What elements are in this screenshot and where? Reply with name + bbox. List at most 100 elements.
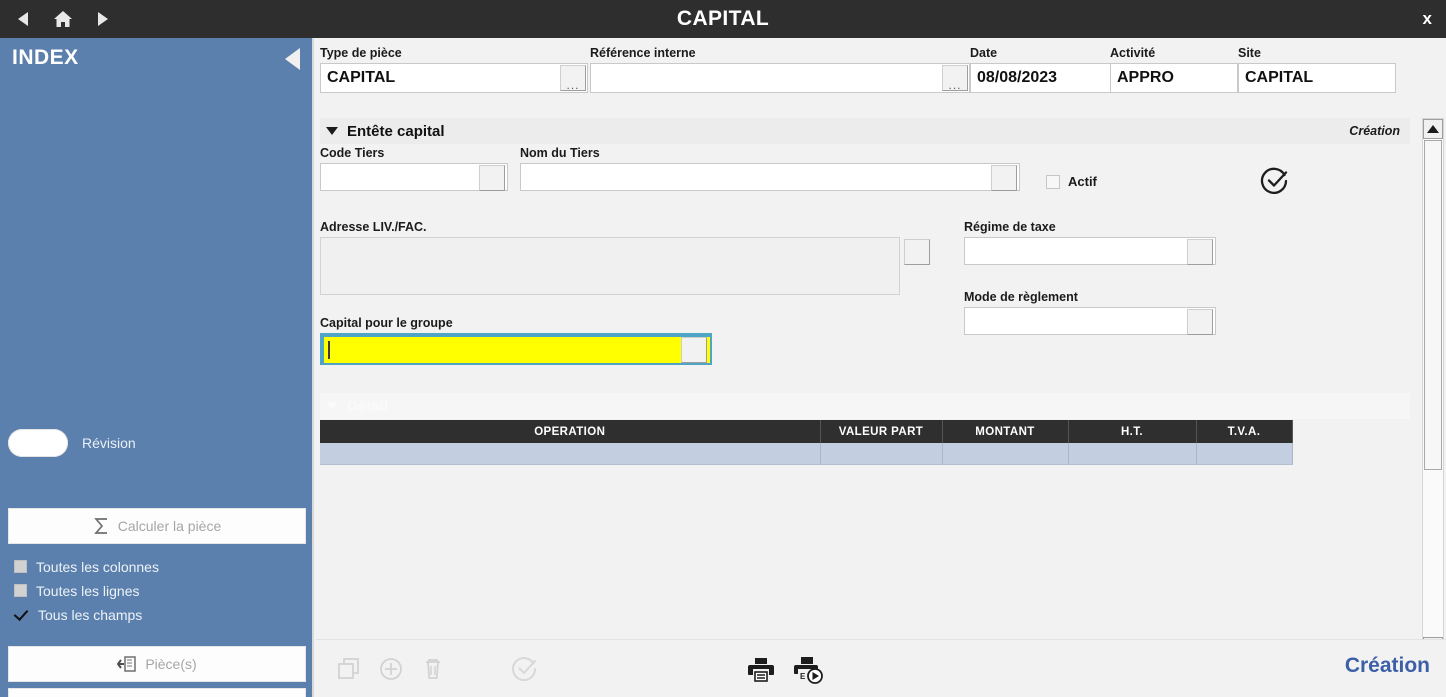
toggle-knob (10, 431, 34, 455)
code-tiers-input[interactable] (320, 163, 508, 191)
svg-text:E: E (800, 672, 806, 681)
field-site: Site CAPITAL (1238, 46, 1396, 93)
cell-valeur-part[interactable] (820, 443, 943, 465)
checkbox-label: Tous les champs (38, 606, 143, 623)
checkbox-box-checked (14, 607, 29, 622)
table-row[interactable] (320, 443, 1293, 465)
detail-section-header[interactable]: Détail (320, 393, 1410, 419)
title-bar: CAPITAL x (0, 0, 1446, 38)
check-circle-icon (512, 657, 537, 682)
adresse-browse-button[interactable] (904, 239, 930, 265)
column-header-ht[interactable]: H.T. (1068, 420, 1197, 443)
status-label: Création (1344, 654, 1430, 677)
home-button[interactable] (50, 6, 76, 32)
navigation-group (10, 0, 116, 38)
scrollbar-thumb[interactable] (1424, 140, 1442, 470)
actif-label: Actif (1068, 174, 1097, 189)
nom-du-tiers-input[interactable] (520, 163, 1020, 191)
checkbox-label: Toutes les lignes (36, 582, 140, 599)
caret-down-icon (326, 402, 338, 410)
copy-icon (338, 658, 359, 679)
delete-button[interactable] (416, 652, 450, 686)
field-regime-de-taxe: Régime de taxe (964, 220, 1216, 265)
caret-down-icon (326, 127, 338, 135)
column-header-tva[interactable]: T.V.A. (1196, 420, 1293, 443)
checkbox-box (14, 560, 27, 573)
back-button[interactable] (10, 6, 36, 32)
print-button[interactable] (744, 652, 778, 686)
entete-status-label: Création (1349, 124, 1400, 138)
reference-interne-input[interactable] (590, 63, 970, 93)
adresse-textarea[interactable] (320, 237, 900, 295)
cell-ht[interactable] (1068, 443, 1197, 465)
calculer-la-piece-button[interactable]: Calculer la pièce (8, 508, 306, 544)
triangle-right-icon (98, 12, 108, 26)
scrollbar-up-button[interactable] (1423, 119, 1443, 139)
capital-groupe-label: Capital pour le groupe (320, 316, 453, 330)
field-date: Date 08/08/2023 (970, 46, 1118, 93)
reference-interne-label: Référence interne (590, 46, 696, 60)
trash-icon (426, 659, 440, 679)
type-de-piece-input[interactable]: CAPITAL (320, 63, 588, 93)
printer-export-icon: E (794, 657, 823, 684)
regime-de-taxe-browse-button[interactable] (1187, 239, 1213, 265)
mode-de-reglement-input[interactable] (964, 307, 1216, 335)
revision-toggle[interactable] (8, 429, 68, 457)
table-header-row: OPERATION VALEUR PART MONTANT H.T. T.V.A… (320, 420, 1293, 443)
site-label: Site (1238, 46, 1261, 60)
field-type-de-piece: Type de pièce CAPITAL ... (320, 46, 588, 93)
code-tiers-browse-button[interactable] (479, 165, 505, 191)
nom-du-tiers-browse-button[interactable] (991, 165, 1017, 191)
cell-operation[interactable] (320, 443, 821, 465)
add-button[interactable] (374, 652, 408, 686)
actif-checkbox[interactable] (1046, 174, 1060, 189)
cell-montant[interactable] (942, 443, 1069, 465)
print-export-button[interactable]: E (792, 652, 826, 686)
checkbox-box (14, 584, 27, 597)
cell-tva[interactable] (1196, 443, 1293, 465)
column-header-valeur-part[interactable]: VALEUR PART (820, 420, 943, 443)
reference-interne-browse-button[interactable]: ... (942, 65, 968, 91)
plus-circle-icon (380, 658, 402, 680)
main-panel: Type de pièce CAPITAL ... Référence inte… (316, 38, 1446, 697)
capital-groupe-browse-button[interactable] (681, 337, 707, 363)
column-header-montant[interactable]: MONTANT (942, 420, 1069, 443)
regime-de-taxe-input[interactable] (964, 237, 1216, 265)
close-button[interactable]: x (1423, 0, 1432, 38)
field-capital-pour-le-groupe: Capital pour le groupe (320, 316, 720, 365)
copy-button[interactable] (332, 652, 366, 686)
checkbox-tous-les-champs[interactable]: Tous les champs (14, 604, 304, 625)
document-export-icon (117, 655, 137, 673)
validate-button[interactable] (508, 652, 542, 686)
entete-section-header[interactable]: Entête capital Création (320, 118, 1410, 144)
mode-de-reglement-browse-button[interactable] (1187, 309, 1213, 335)
pieces-button[interactable]: Pièce(s) (8, 646, 306, 682)
checkbox-toutes-les-lignes[interactable]: Toutes les lignes (14, 580, 304, 601)
type-de-piece-browse-button[interactable]: ... (560, 65, 586, 91)
checkbox-toutes-les-colonnes[interactable]: Toutes les colonnes (14, 556, 304, 577)
type-de-piece-label: Type de pièce (320, 46, 402, 60)
detail-grid: OPERATION VALEUR PART MONTANT H.T. T.V.A… (320, 420, 1293, 465)
triangle-left-icon (18, 12, 28, 26)
revision-label: Révision (82, 435, 136, 451)
capital-groupe-input[interactable] (324, 337, 710, 363)
field-code-tiers: Code Tiers (320, 146, 508, 191)
column-header-operation[interactable]: OPERATION (320, 420, 821, 443)
site-input[interactable]: CAPITAL (1238, 63, 1396, 93)
sidebar: INDEX Révision Calculer la pièce Toutes … (0, 38, 314, 697)
date-input[interactable]: 08/08/2023 (970, 63, 1118, 93)
entete-section-title: Entête capital (347, 122, 445, 140)
lignes-button[interactable]: Ligne(s) (8, 688, 306, 697)
vertical-scrollbar[interactable] (1422, 118, 1444, 658)
field-mode-de-reglement: Mode de règlement (964, 290, 1216, 335)
forward-button[interactable] (90, 6, 116, 32)
activite-input[interactable]: APPRO (1110, 63, 1238, 93)
printer-icon (748, 658, 774, 682)
nom-du-tiers-label: Nom du Tiers (520, 146, 600, 160)
entete-validate-button[interactable] (1260, 166, 1290, 196)
calculer-label: Calculer la pièce (117, 518, 222, 534)
home-icon (54, 11, 72, 27)
sidebar-collapse-button[interactable] (285, 48, 300, 70)
code-tiers-label: Code Tiers (320, 146, 385, 160)
actif-checkbox-row[interactable]: Actif (1046, 174, 1097, 189)
